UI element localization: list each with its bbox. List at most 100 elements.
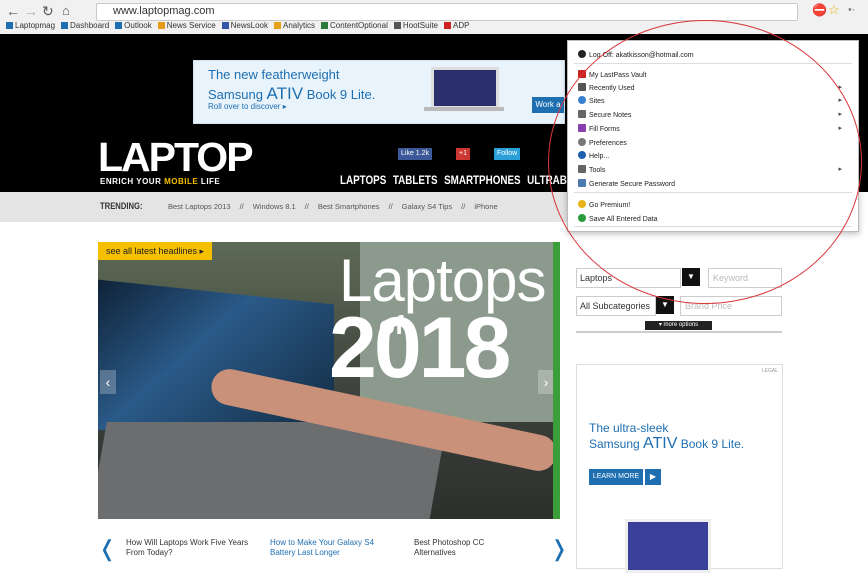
adblock-icon[interactable]: ⛔ [812, 3, 827, 17]
hero-next-arrow[interactable]: › [538, 370, 554, 394]
nav-item[interactable]: SMARTPHONES [444, 173, 521, 187]
headline-item[interactable]: How to Make Your Galaxy S4 Battery Last … [270, 538, 395, 558]
headline-item[interactable]: Best Photoshop CC Alternatives [414, 538, 514, 558]
menu-item-label: Secure Notes [589, 112, 632, 119]
ad-laptop-base [424, 107, 504, 111]
headline-item[interactable]: How Will Laptops Work Five Years From To… [126, 538, 251, 558]
menu-item-label: Save All Entered Data [589, 216, 658, 223]
bookmark-item[interactable]: Analytics [274, 21, 315, 30]
bookmark-item[interactable]: News Service [157, 21, 216, 30]
menu-item-label: Log Off: akatkisson@hotmail.com [589, 52, 694, 59]
url-text: www.laptopmag.com [113, 5, 215, 17]
brand-input[interactable]: Brand Price [680, 296, 782, 316]
keyword-input[interactable]: Keyword [708, 268, 782, 288]
address-bar[interactable]: www.laptopmag.com [96, 3, 798, 21]
submenu-arrow-icon: ▸ [838, 111, 842, 118]
bookmark-item[interactable]: NewsLook [221, 21, 269, 30]
bookmark-label: NewsLook [230, 21, 269, 30]
trending-links: Best Laptops 2013 // Windows 8.1 // Best Sma… [168, 202, 507, 211]
trending-label: TRENDING: [100, 201, 143, 211]
more-options-button[interactable]: ▾ more options [645, 321, 712, 330]
submenu-arrow-icon: ▸ [838, 125, 842, 132]
trending-separator: // [461, 202, 466, 211]
category-select[interactable]: Laptops [576, 268, 681, 288]
latest-headlines-link[interactable]: see all latest headlines ▸ [98, 242, 213, 260]
menu-item[interactable]: Go Premium! [578, 200, 630, 209]
bookmark-label: News Service [166, 21, 216, 30]
social-button[interactable]: Like 1.2k [398, 148, 433, 160]
top-banner-ad[interactable]: The new featherweight Samsung ATIV Book … [193, 60, 565, 124]
category-dropdown-icon[interactable]: ▼ [682, 268, 700, 286]
ad-cta-link[interactable]: Roll over to discover ▸ [208, 102, 287, 111]
home-icon[interactable]: ⌂ [62, 4, 70, 18]
trending-separator: // [304, 202, 309, 211]
bookmark-item[interactable]: Dashboard [61, 21, 109, 30]
menu-item[interactable]: Help... [578, 151, 609, 160]
hero-prev-arrow[interactable]: ‹ [100, 370, 116, 394]
trending-link[interactable]: iPhone [474, 202, 497, 211]
bookmark-label: Dashboard [70, 21, 110, 30]
bookmark-icon [393, 22, 401, 29]
site-logo[interactable]: LAPTOP [98, 137, 254, 178]
bookmark-icon [274, 22, 282, 29]
bookmark-item[interactable]: ADP [444, 21, 469, 30]
sidebar-ad[interactable]: LEGAL The ultra-sleek Samsung ATIV Book … [576, 364, 783, 573]
subcategory-select[interactable]: All Subcategories [576, 296, 656, 316]
menu-icon[interactable]: •· [848, 3, 856, 17]
bookmark-item[interactable]: ContentOptional [321, 21, 388, 30]
menu-item[interactable]: Save All Entered Data [578, 214, 658, 223]
bookmark-label: HootSuite [402, 21, 438, 30]
tools-icon [578, 165, 586, 173]
trending-link[interactable]: Best Laptops 2013 [168, 202, 231, 211]
carousel-prev-icon[interactable]: ❬ [98, 536, 116, 562]
subcategory-dropdown-icon[interactable]: ▼ [656, 296, 674, 314]
learn-more-button[interactable]: LEARN MORE [589, 469, 643, 485]
sidebar-ad-product: Samsung ATIV Book 9 Lite. [589, 435, 745, 452]
nav-item[interactable]: LAPTOPS [340, 173, 386, 187]
menu-item[interactable]: Preferences [578, 138, 627, 147]
bookmark-item[interactable]: HootSuite [393, 21, 438, 30]
trending-bar: TRENDING: Best Laptops 2013 // Windows 8.1… [0, 192, 570, 222]
bookmark-item[interactable]: Laptopmag [6, 21, 55, 30]
submenu-arrow-icon: ▸ [838, 84, 842, 91]
menu-item[interactable]: Sites [578, 96, 605, 105]
nav-item[interactable]: TABLETS [393, 173, 438, 187]
bookmark-icon [444, 22, 451, 29]
menu-item[interactable]: Secure Notes [578, 110, 631, 119]
bookmark-icon [6, 22, 13, 29]
bookmark-icon [221, 22, 229, 29]
forward-icon[interactable]: → [24, 4, 38, 18]
menu-item-label: My LastPass Vault [589, 72, 647, 79]
menu-item[interactable]: Recently Used [578, 83, 635, 92]
hero-accent-bar [553, 242, 560, 519]
trending-link[interactable]: Best Smartphones [318, 202, 380, 211]
back-icon[interactable]: ← [6, 4, 20, 18]
ad-button[interactable]: Work a [532, 97, 564, 113]
carousel-next-icon[interactable]: ❭ [550, 536, 568, 562]
menu-item[interactable]: Generate Secure Password [578, 179, 675, 188]
hero-slideshow[interactable]: see all latest headlines ▸ Laptops 2018 … [98, 242, 560, 519]
ad-headline: The new featherweight [208, 67, 340, 82]
menu-item[interactable]: Log Off: akatkisson@hotmail.com [578, 50, 694, 59]
social-button[interactable]: +1 [456, 148, 470, 160]
social-button[interactable]: Follow [494, 148, 521, 160]
menu-item[interactable]: Tools [578, 165, 605, 174]
main-nav: LAPTOPS TABLETS SMARTPHONES ULTRABOOKS [340, 173, 602, 187]
headline-carousel: ❬ How Will Laptops Work Five Years From … [98, 534, 568, 564]
trending-link[interactable]: Windows 8.1 [253, 202, 296, 211]
trending-link[interactable]: Galaxy S4 Tips [402, 202, 452, 211]
bookmark-icon [61, 22, 69, 29]
play-icon[interactable]: ▶ [645, 469, 661, 485]
gear-icon [578, 138, 586, 146]
bookmark-label: ContentOptional [330, 21, 388, 30]
menu-item[interactable]: Fill Forms [578, 124, 620, 133]
star-bookmark-icon[interactable]: ☆ [828, 3, 840, 17]
bookmark-item[interactable]: Outlook [115, 21, 152, 30]
bookmark-label: ADP [453, 21, 470, 30]
menu-item[interactable]: My LastPass Vault [578, 70, 646, 79]
reload-icon[interactable]: ↻ [42, 4, 54, 18]
bookmark-icon [115, 22, 123, 29]
bookmarks-bar: Laptopmag Dashboard Outlook News Service New… [0, 21, 868, 33]
bookmark-icon [321, 22, 329, 29]
note-icon [578, 110, 586, 118]
